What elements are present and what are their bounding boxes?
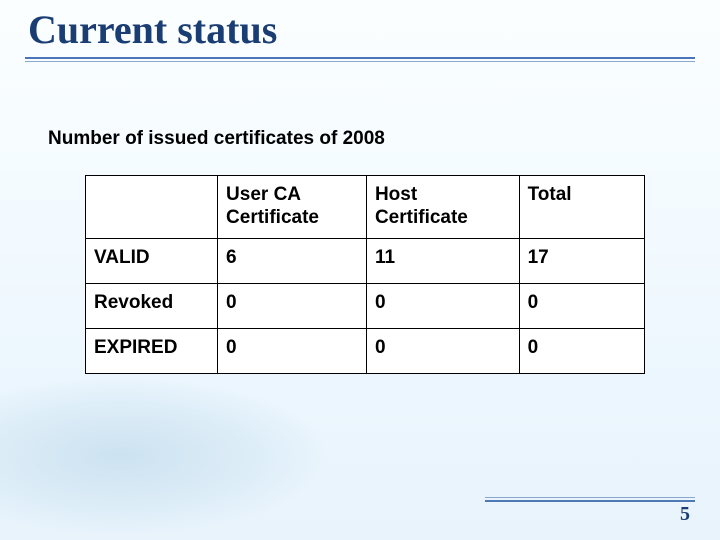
cell-total: 17: [519, 238, 644, 283]
certificates-table: User CA Certificate Host Certificate Tot…: [85, 175, 645, 374]
cell-total: 0: [519, 328, 644, 373]
table-row: EXPIRED 0 0 0: [86, 328, 645, 373]
table-header-cell: Host Certificate: [366, 176, 519, 239]
row-label: VALID: [86, 238, 218, 283]
table-header-row: User CA Certificate Host Certificate Tot…: [86, 176, 645, 239]
cell-userca: 6: [218, 238, 367, 283]
slide: Current status Number of issued certific…: [0, 0, 720, 540]
title-underline: [25, 57, 695, 63]
table-header-cell: User CA Certificate: [218, 176, 367, 239]
table-row: VALID 6 11 17: [86, 238, 645, 283]
slide-title: Current status: [28, 6, 277, 53]
cell-total: 0: [519, 283, 644, 328]
row-label: Revoked: [86, 283, 218, 328]
page-number: 5: [680, 503, 690, 526]
cell-host: 0: [366, 283, 519, 328]
cell-host: 11: [366, 238, 519, 283]
table-row: Revoked 0 0 0: [86, 283, 645, 328]
footer-rule: [485, 500, 695, 502]
row-label: EXPIRED: [86, 328, 218, 373]
cell-userca: 0: [218, 328, 367, 373]
slide-subtitle: Number of issued certificates of 2008: [48, 128, 385, 150]
table-header-cell: Total: [519, 176, 644, 239]
cell-host: 0: [366, 328, 519, 373]
table-header-cell: [86, 176, 218, 239]
cell-userca: 0: [218, 283, 367, 328]
